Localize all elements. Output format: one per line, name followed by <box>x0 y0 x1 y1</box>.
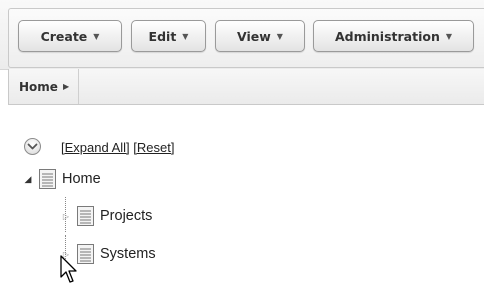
administration-menu-button[interactable]: Administration ▼ <box>313 20 474 52</box>
expand-collapse-toggle-icon[interactable] <box>24 138 41 155</box>
tree-node-label: Systems <box>100 246 156 262</box>
toolbar: Create ▼ Edit ▼ View ▼ Administration ▼ <box>0 0 484 70</box>
expanded-triangle-icon[interactable]: ◢ <box>22 174 34 185</box>
create-menu-button[interactable]: Create ▼ <box>18 20 122 52</box>
caret-down-icon: ▼ <box>93 31 100 41</box>
document-icon <box>39 169 56 189</box>
tree-node-label: Home <box>62 171 101 187</box>
breadcrumb-label: Home <box>19 79 58 94</box>
caret-down-icon: ▼ <box>182 31 189 41</box>
tree-node-projects[interactable]: ▷ Projects <box>60 206 152 226</box>
app-window: Create ▼ Edit ▼ View ▼ Administration ▼ … <box>0 0 484 290</box>
chevron-right-icon: ▶ <box>62 82 70 91</box>
breadcrumb: Home ▶ <box>8 69 484 105</box>
edit-menu-label: Edit <box>148 28 177 44</box>
tree-node-home[interactable]: ◢ Home <box>22 169 101 189</box>
tree-node-label: Projects <box>100 208 153 224</box>
collapsed-triangle-icon[interactable]: ▷ <box>60 212 72 221</box>
edit-menu-button[interactable]: Edit ▼ <box>131 20 206 52</box>
reset-link[interactable]: [Reset] <box>133 140 174 155</box>
breadcrumb-item-home[interactable]: Home ▶ <box>9 69 80 104</box>
mouse-pointer-icon <box>60 255 77 283</box>
administration-menu-label: Administration <box>334 28 440 44</box>
create-menu-label: Create <box>40 28 88 44</box>
tree-panel: [Expand All] [Reset] ◢ Home ▷ Projects ▷… <box>8 105 484 290</box>
caret-down-icon: ▼ <box>445 31 453 41</box>
caret-down-icon: ▼ <box>276 31 283 41</box>
view-menu-label: View <box>237 28 271 44</box>
document-icon <box>77 206 94 226</box>
view-menu-button[interactable]: View ▼ <box>215 20 305 52</box>
tree-controls: [Expand All] [Reset] <box>61 140 174 155</box>
expand-all-link[interactable]: [Expand All] <box>61 140 130 155</box>
